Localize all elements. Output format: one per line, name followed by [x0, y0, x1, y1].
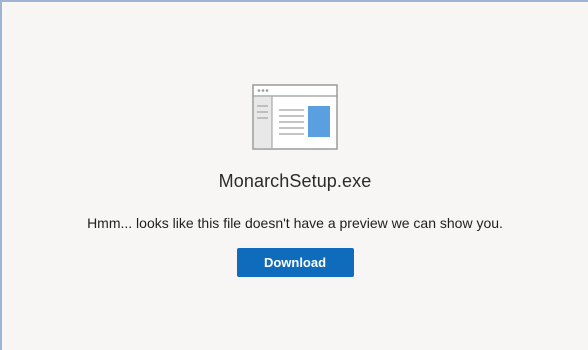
download-button[interactable]: Download — [236, 248, 354, 277]
no-preview-message: Hmm... looks like this file doesn't have… — [87, 215, 503, 231]
file-name: MonarchSetup.exe — [218, 171, 372, 191]
file-preview-icon — [252, 84, 338, 150]
preview-pane: MonarchSetup.exe Hmm... looks like this … — [0, 0, 588, 350]
no-preview-panel: MonarchSetup.exe Hmm... looks like this … — [2, 84, 588, 277]
